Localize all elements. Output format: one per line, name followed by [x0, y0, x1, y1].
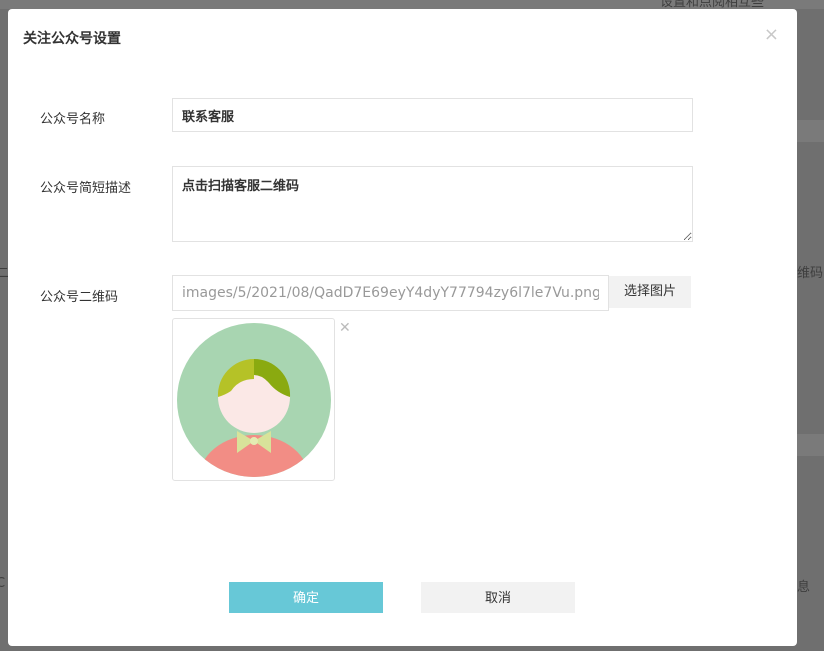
- background-text: 维码: [797, 266, 824, 281]
- select-image-button[interactable]: 选择图片: [609, 276, 691, 308]
- account-description-textarea[interactable]: 点击扫描客服二维码: [172, 166, 693, 242]
- account-name-label: 公众号名称: [40, 112, 106, 127]
- qr-image-preview: [172, 318, 335, 481]
- account-description-label: 公众号简短描述: [40, 181, 132, 196]
- close-icon[interactable]: ×: [764, 25, 779, 45]
- background-text: 息: [797, 580, 811, 595]
- cancel-button[interactable]: 取消: [421, 582, 575, 613]
- follow-account-settings-dialog: 关注公众号设置 × 公众号名称 公众号简短描述 点击扫描客服二维码 公众号二维码…: [8, 9, 797, 646]
- account-name-input[interactable]: [172, 98, 693, 132]
- dialog-title: 关注公众号设置: [23, 31, 121, 47]
- avatar-image: [177, 323, 331, 477]
- qr-code-label: 公众号二维码: [40, 290, 119, 305]
- background-text: C: [0, 576, 6, 591]
- remove-image-icon[interactable]: ✕: [339, 320, 351, 336]
- qr-image-path-input[interactable]: [172, 275, 609, 311]
- confirm-button[interactable]: 确定: [229, 582, 383, 613]
- background-band: [797, 120, 824, 142]
- background-band: [797, 434, 824, 456]
